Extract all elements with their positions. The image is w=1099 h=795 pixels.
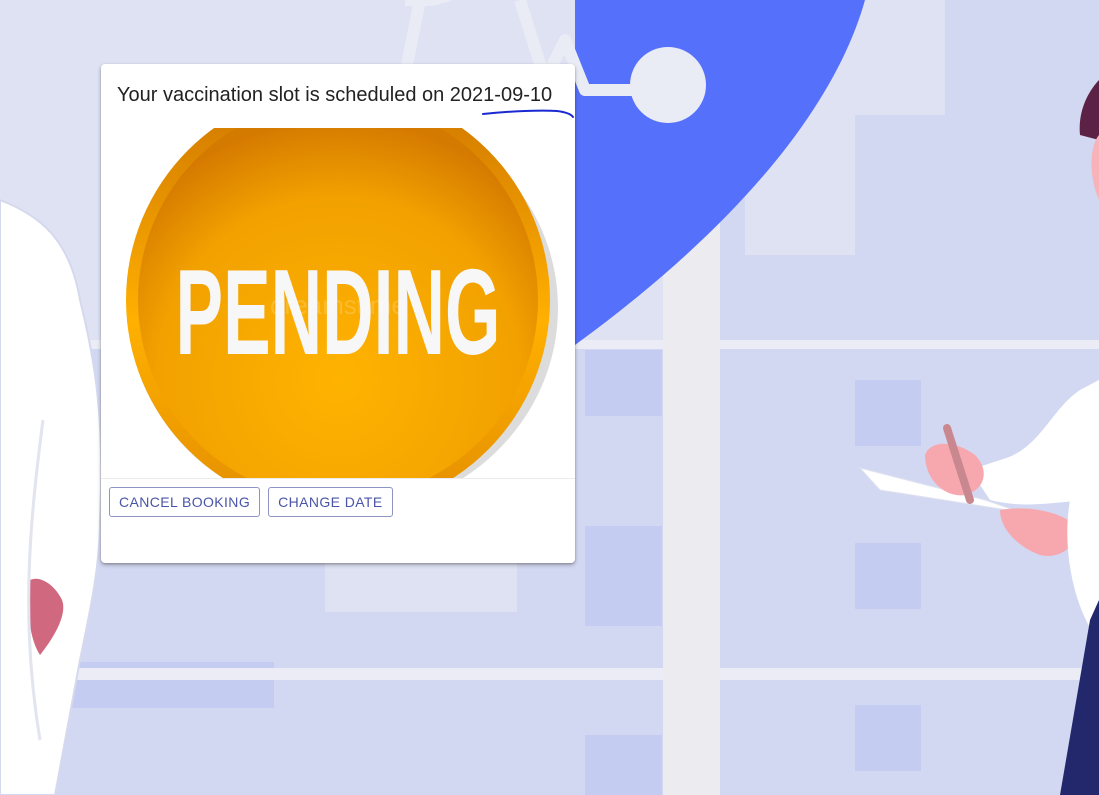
booking-status-card: Your vaccination slot is scheduled on 20… <box>101 64 575 563</box>
pending-status-image: PENDING dreamstime <box>101 128 575 478</box>
change-date-button[interactable]: CHANGE DATE <box>268 487 393 517</box>
watermark-text: dreamstime <box>270 290 406 320</box>
cancel-booking-button[interactable]: CANCEL BOOKING <box>109 487 261 517</box>
card-actions: CANCEL BOOKING CHANGE DATE <box>109 487 393 517</box>
handwritten-underline-annotation <box>482 109 574 118</box>
card-divider <box>101 478 575 479</box>
page: Your vaccination slot is scheduled on 20… <box>0 0 1099 795</box>
